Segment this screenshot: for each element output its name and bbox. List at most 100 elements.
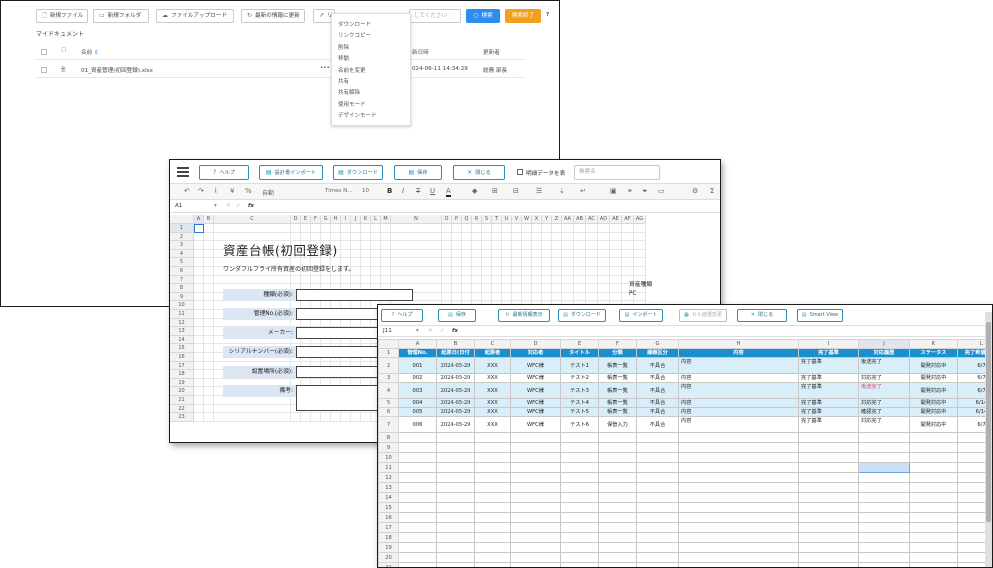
row-header[interactable]: 20 (378, 552, 399, 563)
grid-cell[interactable] (610, 232, 622, 242)
column-header[interactable]: Q (462, 215, 472, 224)
table-header-cell[interactable]: 管理No. (398, 348, 437, 358)
table-cell[interactable]: 帳表一覧 (598, 407, 637, 417)
grid-cell[interactable] (361, 413, 371, 422)
file-name[interactable]: 01_資産管理(初回登録).xlsx (81, 66, 153, 74)
grid-cell[interactable] (371, 232, 381, 242)
grid-cell[interactable] (532, 284, 542, 293)
dropdown-icon[interactable]: ▾ (214, 201, 217, 212)
save-button[interactable]: ▤ 保存 (394, 165, 442, 180)
grid-cell[interactable] (391, 275, 442, 285)
grid-cell[interactable] (204, 413, 214, 422)
grid-cell[interactable] (442, 284, 452, 293)
grid-cell[interactable] (532, 258, 542, 267)
font-size-select[interactable]: 10 (362, 188, 369, 194)
grid-cell[interactable] (858, 532, 910, 543)
bold-icon[interactable]: B (387, 187, 392, 195)
grid-cell[interactable] (502, 241, 512, 250)
row-header[interactable]: 11 (378, 462, 399, 473)
grid-cell[interactable] (194, 258, 204, 267)
download-button[interactable]: ▤ ダウンロード (333, 165, 383, 180)
grid-cell[interactable] (452, 284, 462, 293)
table-cell[interactable]: 006 (398, 416, 437, 433)
help-button[interactable]: ? ヘルプ (199, 165, 249, 180)
grid-cell[interactable] (542, 258, 552, 267)
grid-cell[interactable] (436, 462, 475, 473)
grid-cell[interactable] (474, 502, 511, 513)
grid-cell[interactable] (798, 462, 859, 473)
grid-cell[interactable] (474, 532, 511, 543)
column-header[interactable]: AC (586, 215, 598, 224)
column-header[interactable]: V (512, 215, 522, 224)
currency-icon[interactable]: ¥ (230, 187, 234, 195)
grid-cell[interactable] (510, 462, 561, 473)
table-cell[interactable]: 内容 (678, 357, 799, 374)
column-header[interactable]: C (474, 339, 511, 349)
grid-cell[interactable] (452, 224, 462, 233)
grid-cell[interactable] (858, 512, 910, 523)
grid-cell[interactable] (560, 462, 599, 473)
table-cell[interactable]: 004 (398, 398, 437, 408)
grid-cell[interactable] (442, 275, 452, 285)
grid-cell[interactable] (472, 258, 482, 267)
grid-cell[interactable] (371, 267, 381, 276)
row-header[interactable]: 14 (170, 335, 194, 345)
table-header-cell[interactable]: 起票日(日付 (436, 348, 475, 358)
grid-cell[interactable] (542, 292, 552, 302)
table-row[interactable]: 19 (378, 542, 992, 553)
table-row[interactable]: 10 (378, 452, 992, 463)
grid-cell[interactable] (542, 267, 552, 276)
import-button[interactable]: ▤ インポート (619, 309, 663, 322)
smartview-button[interactable]: ▤ Smart View (797, 309, 843, 322)
grid-cell[interactable] (909, 532, 958, 543)
table-row[interactable]: 2 001 2024-05-29 XXX WFC様 テスト1 帳表一覧 不具合 内容 完了基準 後送… (378, 357, 992, 374)
grid-cell[interactable] (636, 482, 679, 493)
grid-cell[interactable] (510, 432, 561, 443)
vertical-scrollbar[interactable] (985, 312, 992, 567)
cancel-icon[interactable]: ✕ (428, 326, 433, 337)
grid-cell[interactable] (398, 532, 437, 543)
column-header[interactable]: B (204, 215, 214, 224)
grid-cell[interactable] (371, 224, 381, 233)
row-header[interactable]: 12 (378, 472, 399, 483)
grid-cell[interactable] (552, 249, 562, 259)
grid-cell[interactable] (636, 452, 679, 463)
row-header[interactable]: 2 (378, 357, 399, 374)
grid-cell[interactable] (522, 249, 532, 259)
grid-cell[interactable] (482, 267, 492, 276)
grid-cell[interactable] (678, 482, 799, 493)
grid-cell[interactable] (361, 224, 371, 233)
grid-cell[interactable] (452, 267, 462, 276)
font-color-icon[interactable]: A (446, 187, 451, 197)
grid-cell[interactable] (510, 452, 561, 463)
grid-cell[interactable] (492, 292, 502, 302)
fill-color-icon[interactable]: ◆ (472, 187, 477, 195)
grid-cell[interactable] (194, 361, 204, 371)
grid-cell[interactable] (351, 241, 361, 250)
grid-cell[interactable] (204, 292, 214, 302)
grid-cell[interactable] (562, 258, 574, 267)
grid-cell[interactable] (194, 232, 204, 242)
grid-cell[interactable] (574, 284, 586, 293)
refresh-button[interactable]: ↻ 最新の情報に更新 (241, 9, 305, 23)
grid-cell[interactable] (562, 232, 574, 242)
dropdown-icon[interactable]: ▾ (416, 326, 419, 337)
table-cell[interactable]: 不具合 (636, 416, 679, 433)
percent-icon[interactable]: % (245, 187, 252, 195)
grid-cell[interactable] (560, 452, 599, 463)
row-header[interactable]: 15 (170, 344, 194, 353)
grid-cell[interactable] (311, 275, 321, 285)
grid-cell[interactable] (542, 224, 552, 233)
table-cell[interactable]: 開発対応中 (909, 373, 958, 383)
grid-cell[interactable] (678, 542, 799, 553)
row-header[interactable]: 10 (170, 301, 194, 310)
grid-cell[interactable] (574, 292, 586, 302)
table-cell[interactable]: 不具合 (636, 382, 679, 399)
grid-cell[interactable] (560, 512, 599, 523)
grid-cell[interactable] (586, 292, 598, 302)
table-cell[interactable]: XXX (474, 416, 511, 433)
grid-cell[interactable] (472, 292, 482, 302)
grid-cell[interactable] (560, 482, 599, 493)
grid-cell[interactable] (532, 224, 542, 233)
grid-cell[interactable] (610, 292, 622, 302)
